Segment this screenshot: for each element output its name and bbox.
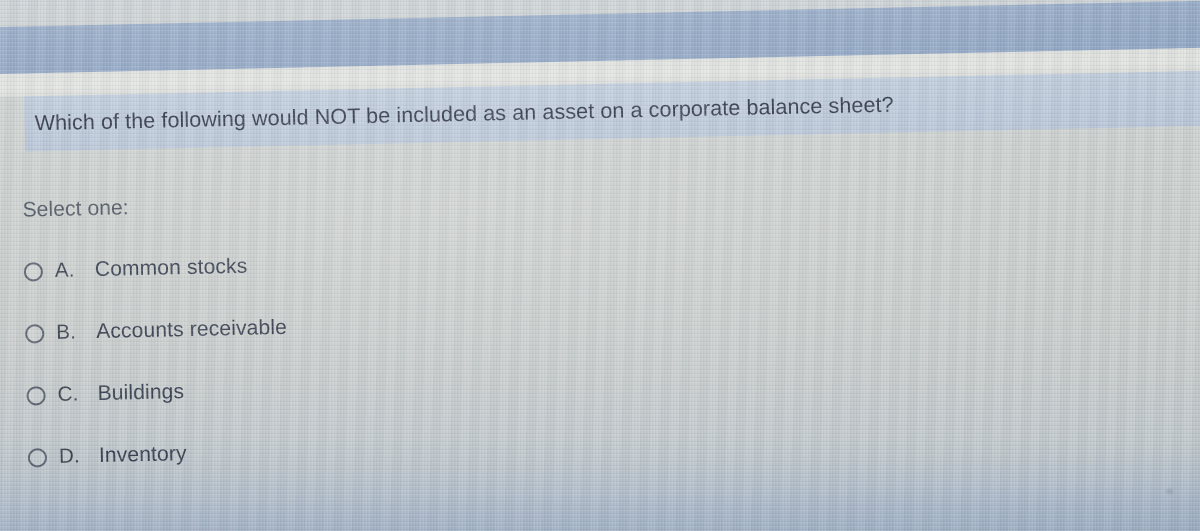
radio-button-b-icon[interactable]: [25, 323, 45, 344]
radio-button-c-icon[interactable]: [26, 385, 46, 406]
option-letter-d: D.: [58, 444, 81, 468]
screenshot-root: Which of the following would NOT be incl…: [0, 0, 1200, 531]
option-label-d: Inventory: [98, 442, 187, 467]
answer-options-list: A. Common stocks B. Accounts receivable …: [23, 225, 728, 488]
option-label-c: Buildings: [97, 380, 185, 405]
select-one-label: Select one:: [22, 196, 129, 222]
option-letter-b: B.: [55, 320, 77, 344]
option-label-a: Common stocks: [94, 254, 248, 282]
radio-button-a-icon[interactable]: [23, 261, 44, 282]
quiz-content-plane: Which of the following would NOT be incl…: [0, 0, 1200, 531]
option-label-b: Accounts receivable: [95, 315, 288, 344]
radio-button-d-icon[interactable]: [27, 447, 48, 468]
option-letter-c: C.: [57, 382, 79, 406]
option-letter-a: A.: [54, 258, 75, 282]
